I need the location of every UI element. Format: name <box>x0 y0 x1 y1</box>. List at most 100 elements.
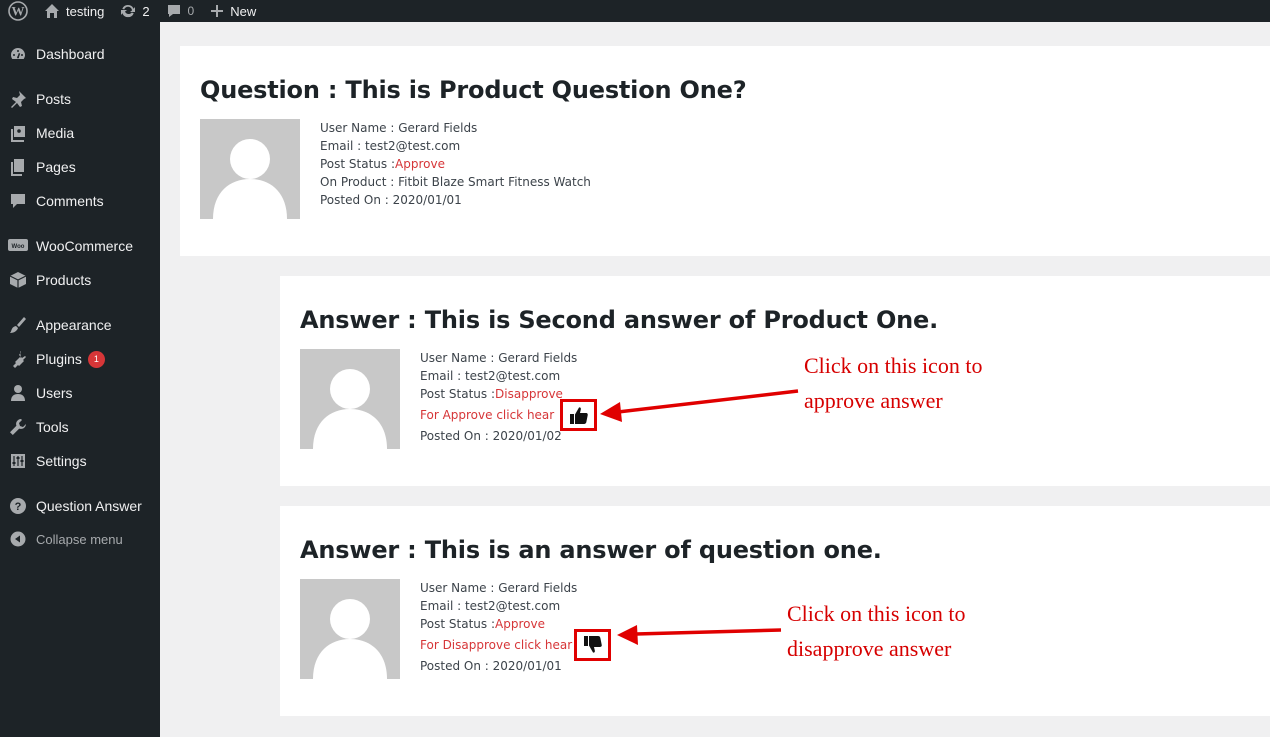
svg-text:?: ? <box>15 501 22 513</box>
post-status-label: Post Status : <box>420 617 496 631</box>
question-details: User Name : Gerard Fields Email : test2@… <box>320 119 591 209</box>
post-status-value: Disapprove <box>495 387 563 401</box>
box-icon <box>9 272 27 288</box>
default-avatar-icon <box>213 139 287 219</box>
sidebar-item-products[interactable]: Products <box>0 263 160 297</box>
media-icon <box>11 126 25 142</box>
dashboard-icon <box>11 48 25 59</box>
email: Email : test2@test.com <box>420 369 561 383</box>
avatar <box>300 579 400 679</box>
sidebar-item-label: Products <box>36 272 92 288</box>
woo-icon: Woo <box>8 239 28 251</box>
disapprove-action-row: For Disapprove click hear <box>420 629 612 661</box>
posted-on: Posted On : 2020/01/01 <box>320 193 462 207</box>
approve-action-row: For Approve click hear <box>420 399 598 431</box>
pages-icon <box>11 159 24 176</box>
avatar <box>300 349 400 449</box>
sidebar-item-label: Settings <box>36 453 87 469</box>
sidebar-item-label: Plugins <box>36 351 82 367</box>
default-avatar-icon <box>313 599 387 679</box>
updates-count: 2 <box>142 3 150 19</box>
svg-text:W: W <box>12 4 25 19</box>
sidebar-item-question-answer[interactable]: ? Question Answer <box>0 489 160 523</box>
wordpress-logo-button[interactable]: W <box>0 0 36 22</box>
disapprove-button[interactable] <box>574 629 612 661</box>
default-avatar-icon <box>313 369 387 449</box>
avatar <box>200 119 300 219</box>
sidebar-item-label: Posts <box>36 91 72 107</box>
sidebar-item-tools[interactable]: Tools <box>0 410 160 444</box>
approve-button[interactable] <box>560 399 598 431</box>
question-card: Question : This is Product Question One?… <box>180 46 1270 256</box>
sidebar-item-woocommerce[interactable]: Woo WooCommerce <box>0 229 160 263</box>
disapprove-annotation-line2: disapprove answer <box>787 636 952 661</box>
sidebar-item-label: Users <box>36 385 73 401</box>
sidebar-item-label: Appearance <box>36 317 112 333</box>
admin-sidebar: Dashboard Posts Media Pages Comments Woo… <box>0 22 160 737</box>
collapse-icon <box>10 531 26 547</box>
sidebar-item-pages[interactable]: Pages <box>0 150 160 184</box>
sidebar-item-label: Comments <box>36 193 104 209</box>
answer-card: Answer : This is an answer of question o… <box>280 506 1270 716</box>
sidebar-item-label: Dashboard <box>36 46 105 62</box>
updates-link[interactable]: 2 <box>112 0 157 22</box>
collapse-menu-button[interactable]: Collapse menu <box>0 522 160 556</box>
sidebar-item-settings[interactable]: Settings <box>0 444 160 478</box>
site-name-link[interactable]: testing <box>36 0 112 22</box>
plug-icon <box>13 351 26 368</box>
sidebar-item-appearance[interactable]: Appearance <box>0 308 160 342</box>
wordpress-icon: W <box>8 1 28 21</box>
disapprove-link[interactable]: For Disapprove click hear <box>420 638 572 652</box>
sidebar-item-media[interactable]: Media <box>0 116 160 150</box>
product-name: On Product : Fitbit Blaze Smart Fitness … <box>320 175 591 189</box>
answer-details: User Name : Gerard Fields Email : test2@… <box>420 349 598 445</box>
user-name: User Name : Gerard Fields <box>420 351 578 365</box>
disapprove-annotation-line1: Click on this icon to <box>787 601 966 626</box>
new-content-link[interactable]: New <box>202 0 264 22</box>
approve-annotation-line2: approve answer <box>804 388 943 413</box>
wrench-icon <box>10 419 26 435</box>
admin-bar: W testing 2 0 New <box>0 0 1270 22</box>
email: Email : test2@test.com <box>420 599 561 613</box>
comment-icon <box>11 194 25 208</box>
sliders-icon <box>11 454 25 468</box>
sidebar-item-users[interactable]: Users <box>0 376 160 410</box>
user-name: User Name : Gerard Fields <box>320 121 478 135</box>
sidebar-item-comments[interactable]: Comments <box>0 184 160 218</box>
user-name: User Name : Gerard Fields <box>420 581 578 595</box>
sidebar-item-label: Tools <box>36 419 69 435</box>
approve-annotation: Click on this icon to approve answer <box>804 348 982 418</box>
thumbs-up-icon <box>569 407 588 424</box>
help-icon: ? <box>10 498 26 514</box>
sidebar-item-label: Media <box>36 125 75 141</box>
sidebar-item-plugins[interactable]: Plugins 1 <box>0 342 160 376</box>
home-icon <box>45 4 59 18</box>
answer-details: User Name : Gerard Fields Email : test2@… <box>420 579 612 675</box>
answer-title: Answer : This is Second answer of Produc… <box>300 306 939 334</box>
pin-icon <box>11 91 26 108</box>
plus-icon <box>211 5 224 17</box>
svg-text:Woo: Woo <box>12 244 25 250</box>
email: Email : test2@test.com <box>320 139 461 153</box>
comments-count: 0 <box>187 4 195 18</box>
thumbs-down-icon <box>583 636 602 653</box>
collapse-label: Collapse menu <box>36 531 123 547</box>
brush-icon <box>10 317 26 333</box>
new-label: New <box>230 3 257 19</box>
site-name: testing <box>66 3 105 19</box>
comments-link[interactable]: 0 <box>158 0 203 22</box>
sidebar-item-label: Pages <box>36 159 76 175</box>
approve-annotation-line1: Click on this icon to <box>804 353 983 378</box>
plugins-update-badge: 1 <box>87 350 105 368</box>
question-title: Question : This is Product Question One? <box>200 76 747 104</box>
user-icon <box>11 385 25 401</box>
post-status-value: Approve <box>495 617 545 631</box>
post-status-value: Approve <box>395 157 445 171</box>
answer-card: Answer : This is Second answer of Produc… <box>280 276 1270 486</box>
sidebar-item-dashboard[interactable]: Dashboard <box>0 37 160 71</box>
sidebar-item-label: Question Answer <box>36 498 142 514</box>
sidebar-item-label: WooCommerce <box>36 238 133 254</box>
sidebar-item-posts[interactable]: Posts <box>0 82 160 116</box>
approve-link[interactable]: For Approve click hear <box>420 408 554 422</box>
refresh-icon <box>121 4 136 18</box>
